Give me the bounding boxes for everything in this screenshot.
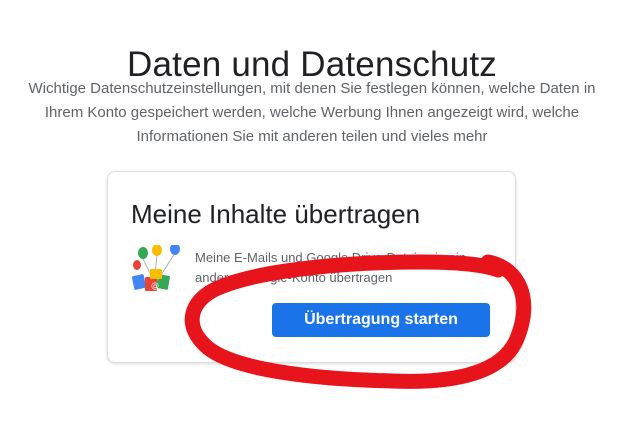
card-title: Meine Inhalte übertragen [131, 199, 421, 229]
page-description: Wichtige Datenschutzeinstellungen, mit d… [28, 80, 596, 145]
svg-text:@: @ [151, 281, 159, 290]
privacy-page: Daten und Datenschutz Wichtige Datenschu… [0, 0, 624, 440]
content-transfer-icon: @ [131, 243, 187, 295]
start-transfer-button[interactable]: Übertragung starten [272, 303, 490, 337]
transfer-content-card: Meine Inhalte übertragen @ Meine E-Mails… [107, 171, 516, 363]
card-description: Meine E-Mails und Google Drive-Dateien i… [195, 250, 466, 285]
